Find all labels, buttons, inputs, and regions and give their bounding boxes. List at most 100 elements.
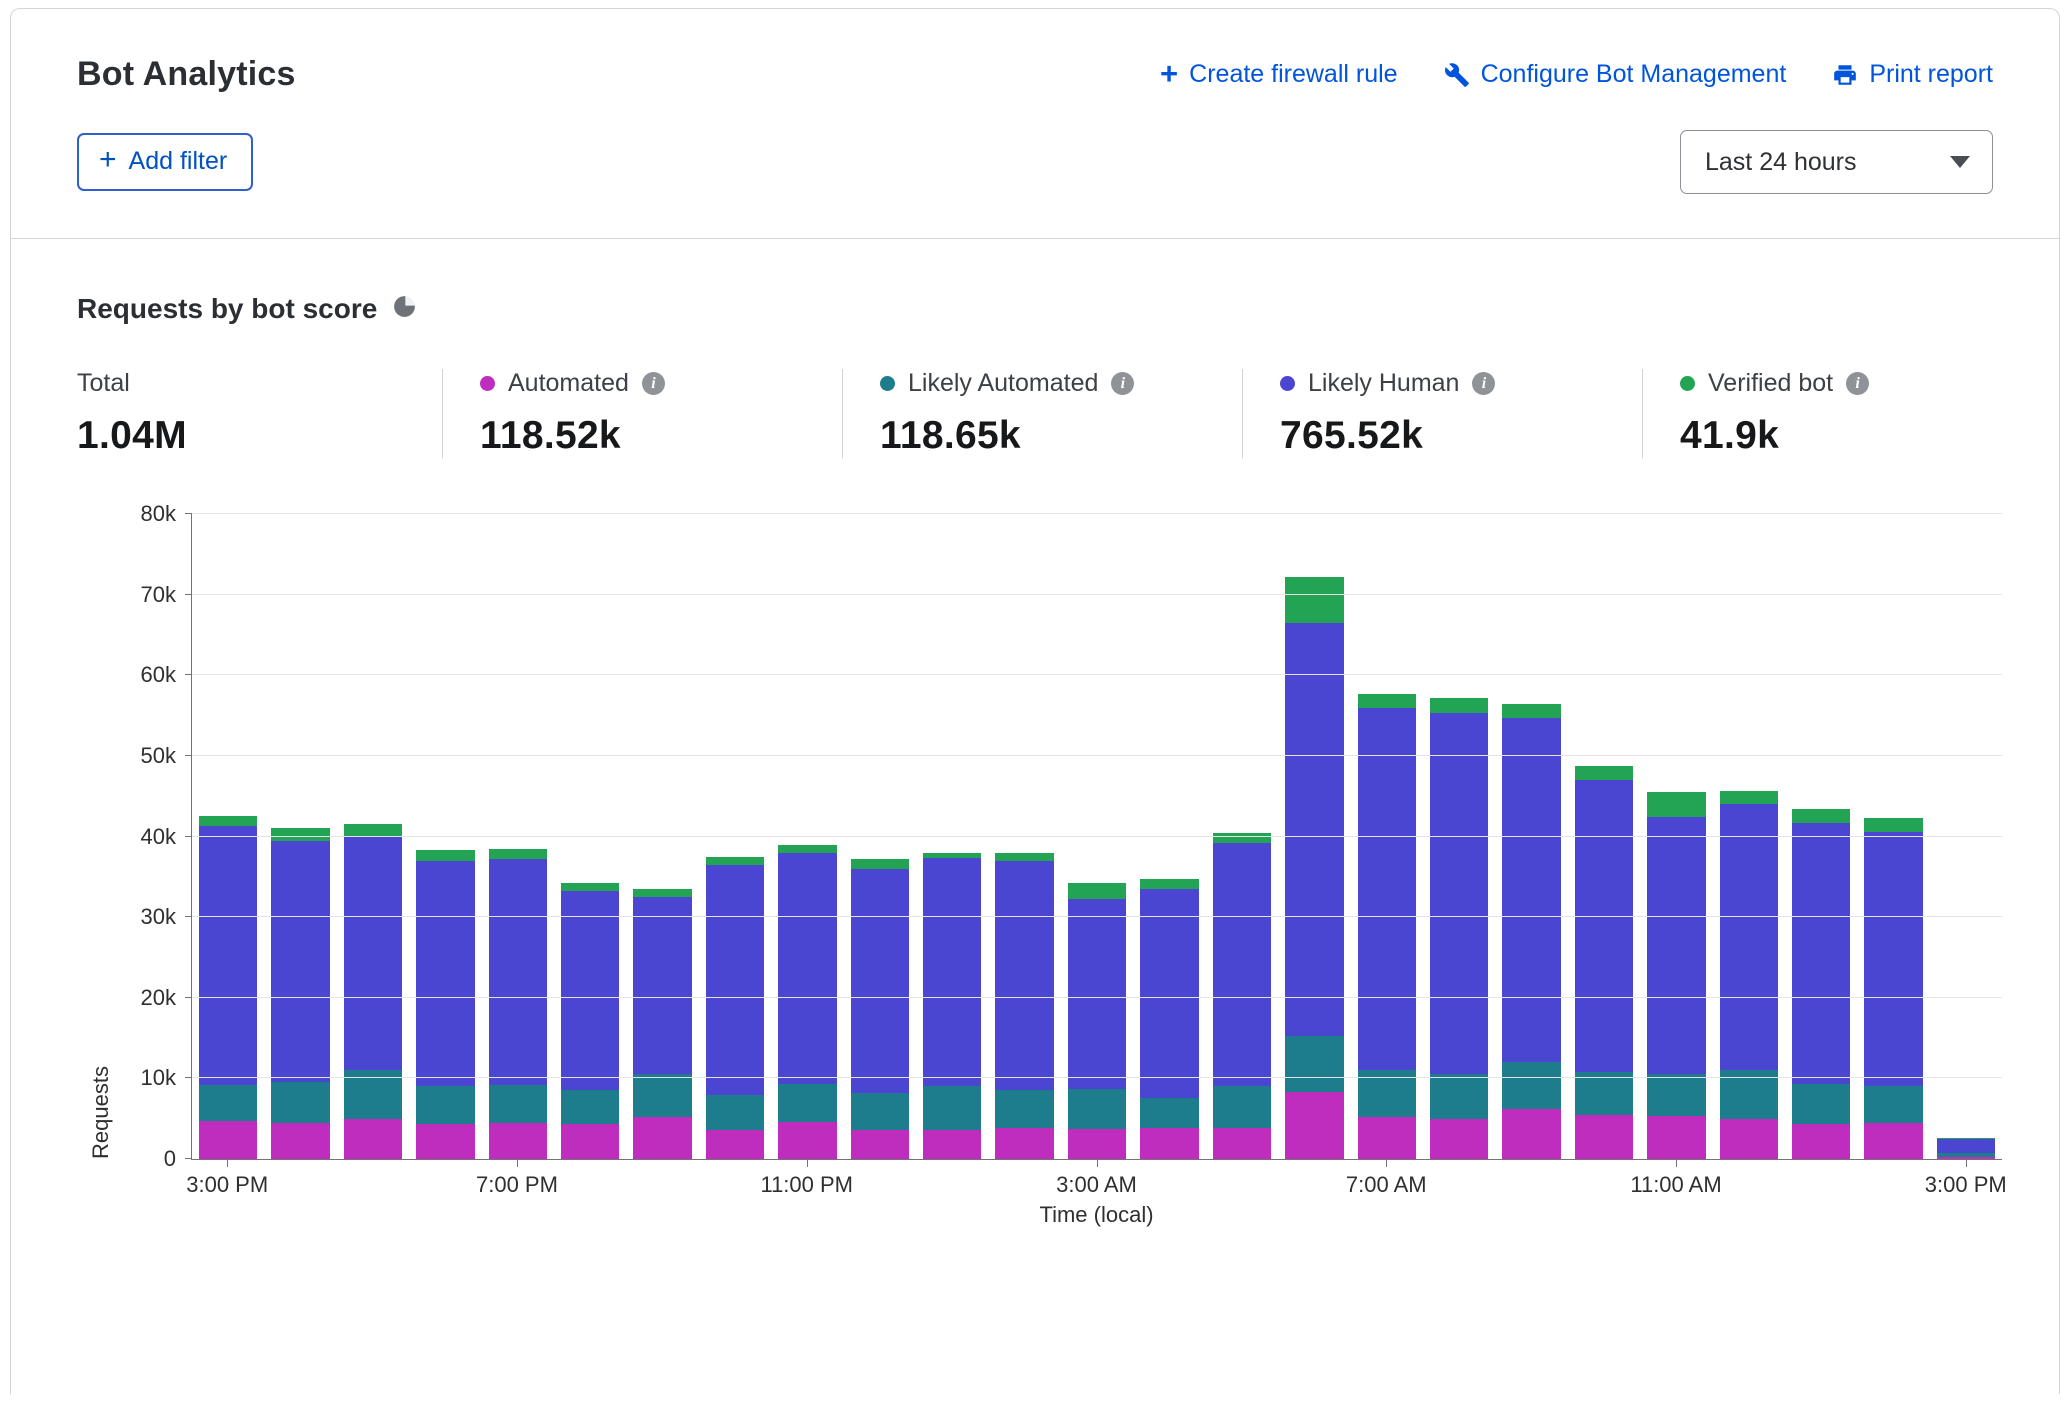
bar-segment-likely-automated: [489, 1085, 547, 1123]
bar-segment-likely-human: [1068, 899, 1126, 1089]
bar-segment-automated: [1937, 1157, 1995, 1159]
bar-segment-likely-human: [1575, 780, 1633, 1072]
x-tick-label: 3:00 PM: [186, 1172, 268, 1198]
stacked-bar[interactable]: [706, 514, 764, 1159]
stacked-bar[interactable]: [1864, 514, 1922, 1159]
x-tick-mark: [1676, 1160, 1677, 1167]
configure-bot-management-link[interactable]: Configure Bot Management: [1444, 60, 1787, 89]
bar-segment-automated: [633, 1117, 691, 1159]
bar-segment-verified-bot: [1285, 577, 1343, 623]
bar-segment-likely-human: [1864, 832, 1922, 1086]
x-tick-mark: [807, 1160, 808, 1167]
bar-segment-likely-human: [1937, 1139, 1995, 1154]
stacked-bar[interactable]: [1937, 514, 1995, 1159]
print-report-link[interactable]: Print report: [1832, 60, 1993, 89]
stacked-bar[interactable]: [1213, 514, 1271, 1159]
bar-segment-automated: [1792, 1124, 1850, 1159]
stat-likely-human: Likely Human i 765.52k: [1242, 369, 1642, 458]
bar-segment-likely-automated: [1792, 1084, 1850, 1124]
x-tick-label: 7:00 AM: [1346, 1172, 1427, 1198]
info-icon[interactable]: i: [1846, 372, 1869, 395]
stacked-bar[interactable]: [344, 514, 402, 1159]
bar-segment-verified-bot: [416, 850, 474, 860]
bar-segment-likely-human: [706, 865, 764, 1095]
create-firewall-rule-link[interactable]: + Create firewall rule: [1160, 60, 1398, 89]
stacked-bar[interactable]: [1502, 514, 1560, 1159]
x-tick-mark: [517, 1160, 518, 1167]
y-tick-label: 10k: [141, 1065, 176, 1091]
bar-segment-likely-automated: [1285, 1036, 1343, 1092]
bar-segment-automated: [1430, 1119, 1488, 1159]
bar-segment-automated: [923, 1130, 981, 1159]
stacked-bar[interactable]: [1068, 514, 1126, 1159]
bar-segment-verified-bot: [995, 853, 1053, 861]
stacked-bar[interactable]: [416, 514, 474, 1159]
bar-segment-likely-human: [199, 826, 257, 1085]
stacked-bar[interactable]: [1430, 514, 1488, 1159]
bar-segment-likely-automated: [561, 1090, 619, 1123]
bar-segment-likely-human: [995, 861, 1053, 1090]
bar-segment-automated: [1864, 1123, 1922, 1159]
add-filter-label: Add filter: [129, 147, 228, 176]
bar-segment-likely-human: [923, 858, 981, 1086]
bar-segment-automated: [995, 1128, 1053, 1159]
stat-verified-bot: Verified bot i 41.9k: [1642, 369, 1869, 458]
stacked-bar[interactable]: [1792, 514, 1850, 1159]
automated-legend-dot: [480, 376, 495, 391]
bar-segment-likely-human: [1358, 708, 1416, 1071]
stat-likely-human-label: Likely Human: [1308, 369, 1459, 398]
stacked-bar[interactable]: [778, 514, 836, 1159]
bar-segment-automated: [344, 1119, 402, 1159]
y-axis-title: Requests: [88, 514, 114, 1159]
likely-human-legend-dot: [1280, 376, 1295, 391]
bar-segment-verified-bot: [1864, 818, 1922, 833]
time-range-select[interactable]: Last 24 hours: [1680, 130, 1993, 194]
stacked-bar[interactable]: [1647, 514, 1705, 1159]
bar-segment-likely-automated: [1502, 1062, 1560, 1109]
bar-segment-verified-bot: [1792, 809, 1850, 823]
stacked-bar[interactable]: [923, 514, 981, 1159]
gridline: [192, 594, 2002, 595]
bar-segment-likely-human: [633, 897, 691, 1074]
stacked-bar[interactable]: [1140, 514, 1198, 1159]
stacked-bar[interactable]: [1358, 514, 1416, 1159]
stacked-bar[interactable]: [199, 514, 257, 1159]
stacked-bar[interactable]: [1575, 514, 1633, 1159]
stacked-bar[interactable]: [1285, 514, 1343, 1159]
stacked-bar[interactable]: [489, 514, 547, 1159]
bar-segment-verified-bot: [706, 857, 764, 865]
plus-icon: +: [99, 145, 117, 175]
stacked-bar[interactable]: [1720, 514, 1778, 1159]
bar-segment-automated: [1720, 1119, 1778, 1159]
stat-total-value: 1.04M: [77, 414, 442, 458]
bar-segment-automated: [1213, 1128, 1271, 1159]
bar-segment-likely-human: [778, 853, 836, 1084]
stacked-bar[interactable]: [851, 514, 909, 1159]
stacked-bar[interactable]: [561, 514, 619, 1159]
stat-total: Total 1.04M: [77, 369, 442, 458]
bar-segment-verified-bot: [1358, 694, 1416, 708]
bar-segment-automated: [1068, 1129, 1126, 1159]
x-tick-label: 3:00 AM: [1056, 1172, 1137, 1198]
bar-segment-likely-automated: [923, 1086, 981, 1130]
plus-icon: +: [1160, 58, 1178, 89]
info-icon[interactable]: i: [1472, 372, 1495, 395]
y-tick-mark: [185, 997, 192, 998]
y-tick-label: 20k: [141, 985, 176, 1011]
stat-automated: Automated i 118.52k: [442, 369, 842, 458]
info-icon[interactable]: i: [642, 372, 665, 395]
stacked-bar[interactable]: [271, 514, 329, 1159]
requests-chart: Requests 010k20k30k40k50k60k70k80k 3:00 …: [77, 514, 2002, 1252]
bar-segment-likely-automated: [633, 1074, 691, 1117]
stacked-bar[interactable]: [995, 514, 1053, 1159]
stat-likely-automated-value: 118.65k: [880, 414, 1242, 458]
configure-bot-management-label: Configure Bot Management: [1481, 60, 1787, 89]
x-tick-label: 11:00 PM: [760, 1172, 853, 1198]
stat-total-label: Total: [77, 369, 130, 398]
stacked-bar[interactable]: [633, 514, 691, 1159]
info-icon[interactable]: i: [1111, 372, 1134, 395]
create-firewall-rule-label: Create firewall rule: [1189, 60, 1397, 89]
add-filter-button[interactable]: + Add filter: [77, 133, 253, 191]
bar-segment-automated: [706, 1130, 764, 1159]
y-tick-label: 60k: [141, 662, 176, 688]
